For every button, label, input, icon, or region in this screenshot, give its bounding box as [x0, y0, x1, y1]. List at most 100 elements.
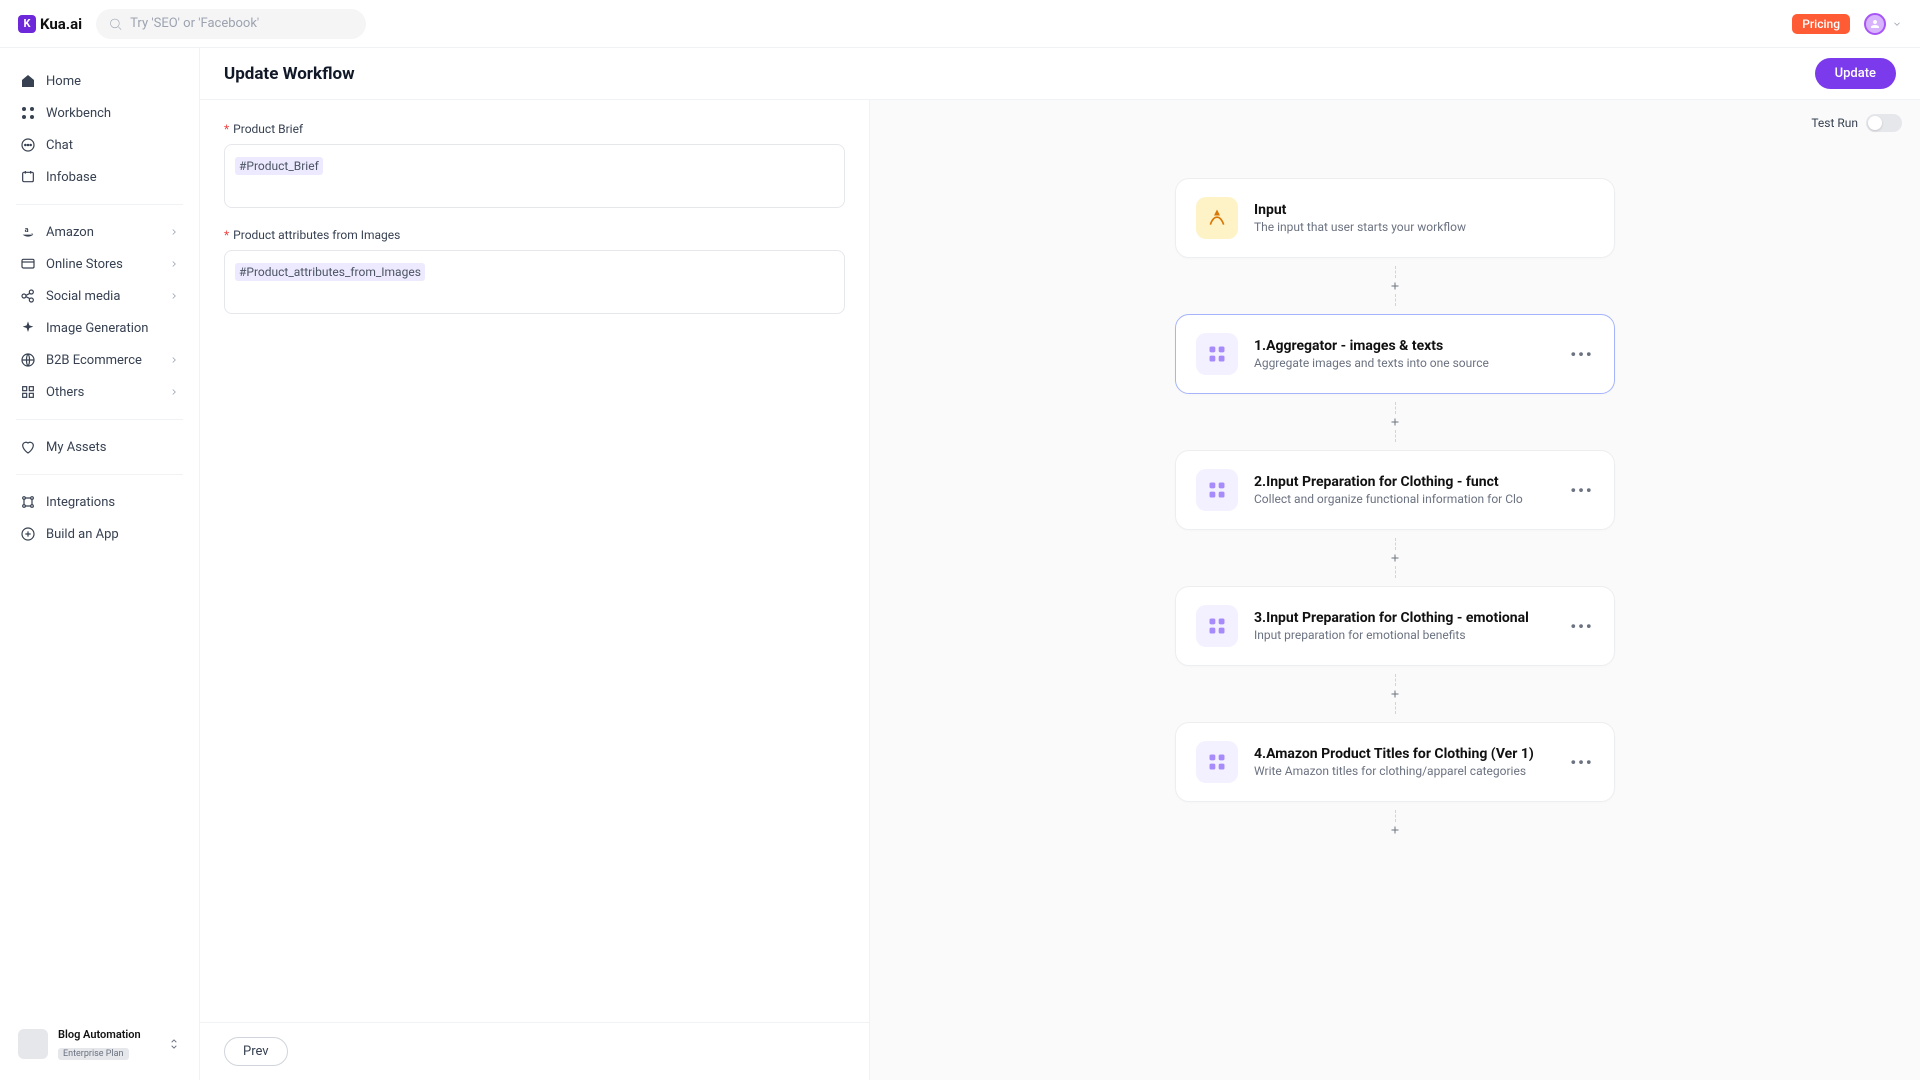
plus-circle-icon: [20, 526, 36, 542]
node-menu-button[interactable]: •••: [1570, 753, 1594, 772]
sort-icon: [167, 1037, 181, 1051]
main-columns: * Product Brief #Product_Brief * Product…: [200, 100, 1920, 1080]
sidebar-item-amazon[interactable]: a Amazon: [10, 217, 189, 247]
sidebar-item-infobase[interactable]: Infobase: [10, 162, 189, 192]
chevron-right-icon: [169, 227, 179, 237]
variable-tag[interactable]: #Product_Brief: [235, 157, 323, 175]
add-step-button[interactable]: [1389, 552, 1401, 564]
test-run-control: Test Run: [1811, 114, 1902, 132]
search-input[interactable]: [96, 9, 366, 39]
workbench-icon: [20, 105, 36, 121]
node-text: 1.Aggregator - images & texts Aggregate …: [1254, 338, 1554, 370]
sidebar-item-b2b[interactable]: B2B Ecommerce: [10, 345, 189, 375]
integrations-icon: [20, 494, 36, 510]
workspace-thumb: [18, 1029, 48, 1059]
sidebar-item-label: Infobase: [46, 170, 97, 185]
header-right: Pricing: [1792, 13, 1902, 35]
user-menu[interactable]: [1864, 13, 1902, 35]
node-prep-emotional[interactable]: 3.Input Preparation for Clothing - emoti…: [1175, 586, 1615, 666]
sidebar-item-label: Chat: [46, 138, 73, 153]
pricing-button[interactable]: Pricing: [1792, 14, 1850, 34]
test-run-toggle[interactable]: [1866, 114, 1902, 132]
node-desc: Input preparation for emotional benefits: [1254, 628, 1554, 642]
infobase-icon: [20, 169, 36, 185]
heart-icon: [20, 439, 36, 455]
connector: [1389, 394, 1401, 450]
node-input[interactable]: Input The input that user starts your wo…: [1175, 178, 1615, 258]
node-icon: [1196, 605, 1238, 647]
node-title: 3.Input Preparation for Clothing - emoti…: [1254, 610, 1554, 626]
node-menu-button[interactable]: •••: [1570, 345, 1594, 364]
sidebar-divider: [16, 474, 183, 475]
sidebar-footer[interactable]: Blog Automation Enterprise Plan: [10, 1022, 189, 1066]
node-menu-button[interactable]: •••: [1570, 481, 1594, 500]
sidebar-item-label: Social media: [46, 289, 120, 304]
update-button[interactable]: Update: [1815, 58, 1896, 89]
sidebar-item-label: Online Stores: [46, 257, 123, 272]
main-header: Update Workflow Update: [200, 48, 1920, 100]
sidebar-item-label: Build an App: [46, 527, 119, 542]
prev-button[interactable]: Prev: [224, 1037, 288, 1066]
required-mark: *: [224, 122, 229, 136]
node-title: 4.Amazon Product Titles for Clothing (Ve…: [1254, 746, 1554, 762]
node-input-icon: [1196, 197, 1238, 239]
avatar: [1864, 13, 1886, 35]
node-amazon-titles[interactable]: 4.Amazon Product Titles for Clothing (Ve…: [1175, 722, 1615, 802]
add-step-button[interactable]: [1389, 824, 1401, 836]
node-title: Input: [1254, 202, 1594, 218]
sidebar-item-label: My Assets: [46, 440, 106, 455]
node-text: 2.Input Preparation for Clothing - funct…: [1254, 474, 1554, 506]
sidebar-divider: [16, 204, 183, 205]
product-brief-input[interactable]: #Product_Brief: [224, 144, 845, 208]
search-icon: [108, 16, 123, 31]
chevron-right-icon: [169, 355, 179, 365]
brand-mark: K: [18, 15, 36, 33]
node-desc: Collect and organize functional informat…: [1254, 492, 1554, 506]
add-step-button[interactable]: [1389, 416, 1401, 428]
field-label-attr: * Product attributes from Images: [224, 228, 845, 242]
sidebar-item-others[interactable]: Others: [10, 377, 189, 407]
sidebar-item-home[interactable]: Home: [10, 66, 189, 96]
node-agg-icon: [1196, 333, 1238, 375]
globe-icon: [20, 352, 36, 368]
add-step-button[interactable]: [1389, 688, 1401, 700]
add-step-button[interactable]: [1389, 280, 1401, 292]
node-title: 2.Input Preparation for Clothing - funct: [1254, 474, 1554, 490]
page-title: Update Workflow: [224, 64, 355, 84]
search-wrap: [96, 9, 366, 39]
required-mark: *: [224, 228, 229, 242]
connector: [1389, 258, 1401, 314]
social-icon: [20, 288, 36, 304]
sidebar-item-label: Workbench: [46, 106, 111, 121]
sidebar-item-build-app[interactable]: Build an App: [10, 519, 189, 549]
sidebar-item-online-stores[interactable]: Online Stores: [10, 249, 189, 279]
workspace-title: Blog Automation: [58, 1028, 157, 1041]
node-title: 1.Aggregator - images & texts: [1254, 338, 1554, 354]
test-run-label: Test Run: [1811, 116, 1858, 130]
label-text: Product Brief: [233, 122, 303, 136]
sidebar-item-label: Others: [46, 385, 84, 400]
node-text: Input The input that user starts your wo…: [1254, 202, 1594, 234]
flow-column: Input The input that user starts your wo…: [1175, 178, 1615, 846]
product-attr-input[interactable]: #Product_attributes_from_Images: [224, 250, 845, 314]
brand-name: Kua.ai: [40, 15, 82, 33]
node-menu-button[interactable]: •••: [1570, 617, 1594, 636]
label-text: Product attributes from Images: [233, 228, 400, 242]
sidebar-item-workbench[interactable]: Workbench: [10, 98, 189, 128]
sidebar: Home Workbench Chat Infobase a Amazon On…: [0, 48, 200, 1080]
brand-logo[interactable]: K Kua.ai: [18, 15, 82, 33]
variable-tag[interactable]: #Product_attributes_from_Images: [235, 263, 425, 281]
workspace-info: Blog Automation Enterprise Plan: [58, 1028, 157, 1060]
form-column: * Product Brief #Product_Brief * Product…: [200, 100, 870, 1080]
node-aggregator[interactable]: 1.Aggregator - images & texts Aggregate …: [1175, 314, 1615, 394]
sidebar-item-image-generation[interactable]: Image Generation: [10, 313, 189, 343]
node-prep-functional[interactable]: 2.Input Preparation for Clothing - funct…: [1175, 450, 1615, 530]
sidebar-item-integrations[interactable]: Integrations: [10, 487, 189, 517]
sidebar-item-label: B2B Ecommerce: [46, 353, 142, 368]
sidebar-item-label: Amazon: [46, 225, 94, 240]
sidebar-item-social-media[interactable]: Social media: [10, 281, 189, 311]
workflow-canvas: Test Run Input The input that user start…: [870, 100, 1920, 1080]
sidebar-item-chat[interactable]: Chat: [10, 130, 189, 160]
node-text: 3.Input Preparation for Clothing - emoti…: [1254, 610, 1554, 642]
sidebar-item-my-assets[interactable]: My Assets: [10, 432, 189, 462]
